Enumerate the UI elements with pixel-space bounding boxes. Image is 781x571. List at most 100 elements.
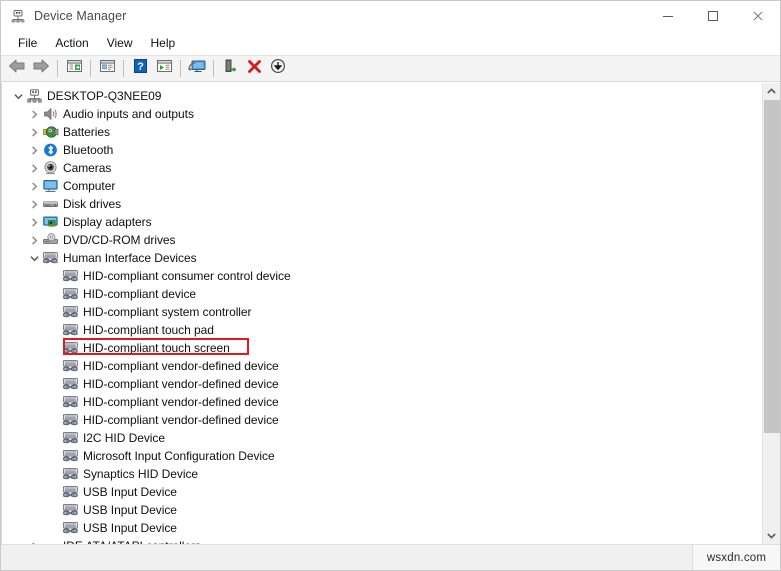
forward-button[interactable]	[29, 57, 53, 80]
hid-icon	[62, 448, 79, 464]
scan-for-hardware-changes-button[interactable]	[152, 57, 176, 80]
twisty-collapsed-icon[interactable]	[26, 213, 42, 231]
tree-area: DESKTOP-Q3NEE09 Audio inputs and outputs B…	[1, 82, 780, 544]
help-button[interactable]: ?	[128, 57, 152, 80]
tree-row[interactable]: Bluetooth	[2, 141, 762, 159]
menu-item-action[interactable]: Action	[46, 34, 97, 52]
tree-row[interactable]: DESKTOP-Q3NEE09	[2, 87, 762, 105]
tree-row[interactable]: Batteries	[2, 123, 762, 141]
scan-hardware-icon	[156, 58, 173, 79]
tree-row[interactable]: HID-compliant consumer control device	[2, 267, 762, 285]
tree-row-label: Human Interface Devices	[63, 251, 197, 265]
back-button[interactable]	[5, 57, 29, 80]
tree-row[interactable]: HID-compliant vendor-defined device	[2, 357, 762, 375]
scrollbar-track[interactable]	[763, 100, 780, 527]
tree-row[interactable]: Display adapters	[2, 213, 762, 231]
tree-row[interactable]: HID-compliant touch screen	[2, 339, 762, 357]
uninstall-device-button[interactable]	[242, 57, 266, 80]
tree-row[interactable]: HID-compliant vendor-defined device	[2, 411, 762, 429]
tree-row[interactable]: HID-compliant device	[2, 285, 762, 303]
toolbar-separator	[123, 60, 124, 77]
tree-row-label: I2C HID Device	[83, 431, 165, 445]
tree-row-label: Audio inputs and outputs	[63, 107, 194, 121]
tree-row[interactable]: HID-compliant vendor-defined device	[2, 375, 762, 393]
tree-row[interactable]: Computer	[2, 177, 762, 195]
minimize-button[interactable]	[645, 1, 690, 31]
tree-row-label: HID-compliant vendor-defined device	[83, 359, 279, 373]
twisty-collapsed-icon[interactable]	[26, 195, 42, 213]
tree-row[interactable]: DVD/CD-ROM drives	[2, 231, 762, 249]
tree-row[interactable]: Audio inputs and outputs	[2, 105, 762, 123]
device-tree[interactable]: DESKTOP-Q3NEE09 Audio inputs and outputs B…	[1, 83, 762, 544]
disk-drive-icon	[42, 196, 59, 212]
tree-row[interactable]: USB Input Device	[2, 519, 762, 537]
disable-device-button[interactable]	[266, 57, 290, 80]
tree-row[interactable]: IDE ATA/ATAPI controllers	[2, 537, 762, 544]
twisty-collapsed-icon[interactable]	[26, 105, 42, 123]
scroll-up-arrow-icon[interactable]	[763, 83, 780, 100]
hid-icon	[62, 430, 79, 446]
console-tree-icon	[66, 58, 83, 79]
tree-row[interactable]: HID-compliant system controller	[2, 303, 762, 321]
window-controls	[645, 1, 780, 31]
properties-icon	[99, 58, 116, 79]
menu-item-help[interactable]: Help	[142, 34, 185, 52]
twisty-expanded-icon[interactable]	[26, 249, 42, 267]
close-button[interactable]	[735, 1, 780, 31]
tree-row-label: USB Input Device	[83, 521, 177, 535]
disable-down-arrow-icon	[270, 58, 286, 79]
maximize-button[interactable]	[690, 1, 735, 31]
scrollbar-thumb[interactable]	[764, 100, 780, 434]
twisty-collapsed-icon[interactable]	[26, 231, 42, 249]
hid-icon	[62, 376, 79, 392]
scroll-down-arrow-icon[interactable]	[763, 527, 780, 544]
tree-row[interactable]: HID-compliant touch pad	[2, 321, 762, 339]
vertical-scrollbar[interactable]	[762, 83, 780, 544]
hid-icon	[62, 412, 79, 428]
toolbar: ?	[1, 55, 780, 82]
hid-icon	[42, 250, 59, 266]
enable-device-button[interactable]	[218, 57, 242, 80]
twisty-collapsed-icon[interactable]	[26, 537, 42, 544]
svg-text:?: ?	[137, 61, 144, 73]
uninstall-red-x-icon	[247, 59, 262, 79]
menu-item-file[interactable]: File	[9, 34, 46, 52]
twisty-collapsed-icon[interactable]	[26, 159, 42, 177]
tree-row-label: DVD/CD-ROM drives	[63, 233, 176, 247]
twisty-collapsed-icon[interactable]	[26, 123, 42, 141]
dvd-drive-icon	[42, 232, 59, 248]
tree-row[interactable]: I2C HID Device	[2, 429, 762, 447]
tree-row-label: USB Input Device	[83, 485, 177, 499]
tree-row[interactable]: Cameras	[2, 159, 762, 177]
properties-button[interactable]	[95, 57, 119, 80]
tree-row[interactable]: Disk drives	[2, 195, 762, 213]
forward-arrow-icon	[32, 58, 50, 79]
twisty-expanded-icon[interactable]	[10, 87, 26, 105]
twisty-collapsed-icon[interactable]	[26, 141, 42, 159]
update-driver-button[interactable]	[185, 57, 209, 80]
bluetooth-icon	[42, 142, 59, 158]
toolbar-separator	[180, 60, 181, 77]
tree-row[interactable]: Synaptics HID Device	[2, 465, 762, 483]
twisty-collapsed-icon[interactable]	[26, 177, 42, 195]
monitor-icon	[42, 178, 59, 194]
camera-icon	[42, 160, 59, 176]
hid-icon	[62, 394, 79, 410]
tree-row[interactable]: USB Input Device	[2, 501, 762, 519]
menu-bar: File Action View Help	[1, 31, 780, 55]
tree-row[interactable]: Microsoft Input Configuration Device	[2, 447, 762, 465]
hid-icon	[62, 304, 79, 320]
toolbar-separator	[213, 60, 214, 77]
hid-icon	[62, 466, 79, 482]
tree-row[interactable]: USB Input Device	[2, 483, 762, 501]
tree-row-label: HID-compliant device	[83, 287, 197, 301]
hid-icon	[62, 268, 79, 284]
tree-row[interactable]: Human Interface Devices	[2, 249, 762, 267]
show-hide-console-tree-button[interactable]	[62, 57, 86, 80]
tree-row-label: HID-compliant vendor-defined device	[83, 377, 279, 391]
audio-icon	[42, 106, 59, 122]
tree-row[interactable]: HID-compliant vendor-defined device	[2, 393, 762, 411]
menu-item-view[interactable]: View	[98, 34, 142, 52]
tree-row-label: Cameras	[63, 161, 112, 175]
tree-row-label: HID-compliant touch screen	[83, 341, 230, 355]
